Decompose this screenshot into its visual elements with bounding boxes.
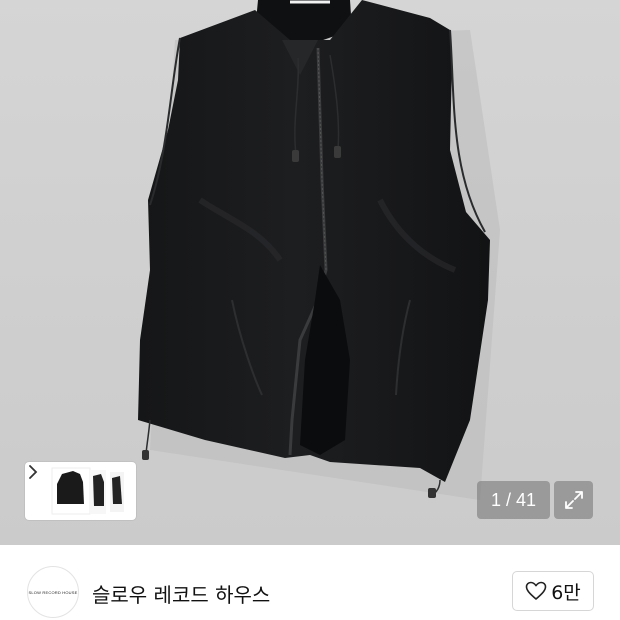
page-counter: 1 / 41 (477, 481, 550, 519)
thumbnail-3[interactable] (110, 472, 124, 512)
store-logo[interactable]: SLOW RECORD HOUSE (27, 566, 79, 618)
like-count: 6만 (551, 581, 581, 604)
chevron-right-icon[interactable] (25, 462, 41, 482)
thumbnail-2[interactable] (90, 470, 106, 514)
like-button[interactable]: 6만 (512, 571, 594, 611)
expand-arrows-icon (564, 491, 583, 509)
thumbnail-1[interactable] (51, 467, 91, 515)
store-logo-text: SLOW RECORD HOUSE (28, 589, 78, 595)
expand-button[interactable] (554, 481, 593, 519)
thumbnail-strip[interactable] (25, 462, 136, 520)
heart-outline-icon (525, 581, 547, 600)
product-image-gallery[interactable]: 1 / 41 (0, 0, 620, 545)
store-name[interactable]: 슬로우 레코드 하우스 (92, 579, 270, 608)
page-counter-text: 1 / 41 (490, 489, 537, 510)
